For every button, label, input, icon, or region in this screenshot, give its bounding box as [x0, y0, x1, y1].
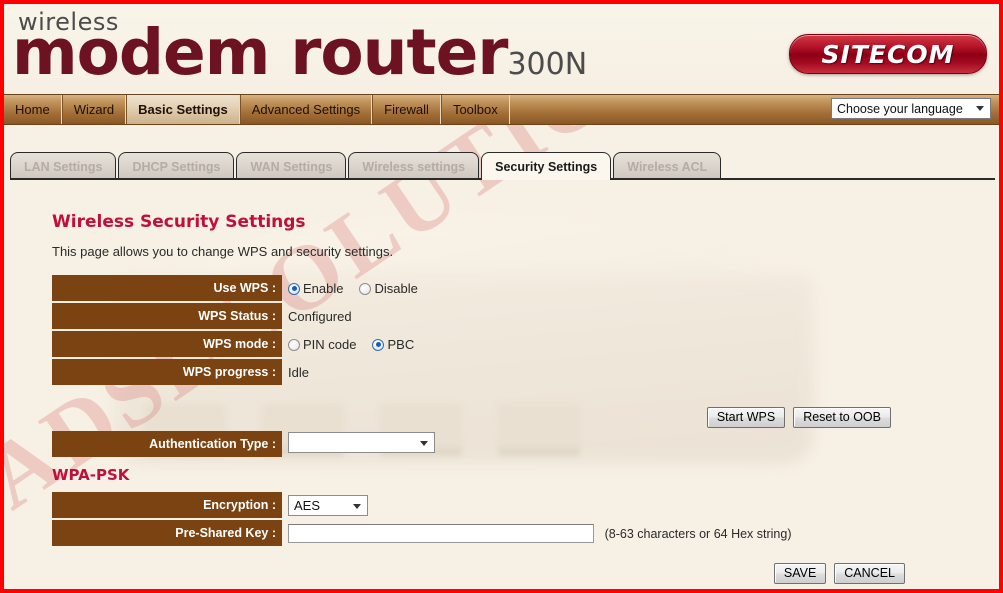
tab-dhcp-settings[interactable]: DHCP Settings: [118, 152, 235, 180]
label-wps-status: WPS Status :: [52, 303, 282, 329]
tab-wan-settings[interactable]: WAN Settings: [236, 152, 347, 180]
section-title-wpa-psk: WPA-PSK: [52, 466, 130, 484]
settings-tabs: LAN Settings DHCP Settings WAN Settings …: [4, 144, 999, 180]
pre-shared-key-hint: (8-63 characters or 64 Hex string): [604, 526, 792, 541]
encryption-select[interactable]: AES: [288, 494, 368, 516]
value-authentication-type: [282, 431, 435, 457]
page-header: wireless modem router300N SITECOM: [4, 4, 999, 94]
page-title: Wireless Security Settings: [52, 212, 306, 232]
radio-label-disable: Disable: [374, 280, 418, 296]
table-row-wps-progress: WPS progress : Idle: [52, 359, 418, 385]
reset-to-oob-button[interactable]: Reset to OOB: [793, 407, 891, 428]
radio-label-enable: Enable: [303, 280, 344, 296]
wps-action-buttons: Start WPS Reset to OOB: [706, 407, 891, 428]
value-wps-mode: PIN code PBC: [282, 331, 418, 357]
table-row-wps-mode: WPS mode : PIN code PBC: [52, 331, 418, 357]
nav-item-firewall[interactable]: Firewall: [372, 95, 441, 124]
security-settings-table: Authentication Type :: [52, 429, 435, 459]
save-button[interactable]: SAVE: [773, 563, 827, 584]
radio-icon-enable[interactable]: [288, 282, 300, 295]
radio-wps-mode-pbc[interactable]: PBC: [372, 337, 414, 352]
nav-item-toolbox[interactable]: Toolbox: [440, 95, 510, 124]
cancel-button[interactable]: CANCEL: [834, 563, 905, 584]
page-content: Wireless Security Settings This page all…: [4, 212, 999, 548]
radio-label-pin-code: PIN code: [303, 336, 357, 352]
label-encryption: Encryption :: [52, 492, 282, 518]
label-pre-shared-key: Pre-Shared Key :: [52, 520, 282, 546]
chevron-down-icon: [353, 503, 361, 509]
sitecom-logo-text: SITECOM: [821, 39, 955, 69]
tab-wireless-acl[interactable]: Wireless ACL: [613, 152, 722, 180]
radio-use-wps-enable[interactable]: Enable: [288, 281, 343, 296]
nav-item-advanced-settings[interactable]: Advanced Settings: [239, 95, 373, 124]
table-row-use-wps: Use WPS : Enable Disable: [52, 275, 418, 301]
table-row-auth-type: Authentication Type :: [52, 431, 435, 457]
radio-wps-mode-pin[interactable]: PIN code: [288, 337, 356, 352]
chevron-down-icon: [976, 106, 984, 111]
pre-shared-key-input[interactable]: [288, 523, 594, 543]
value-use-wps: Enable Disable: [282, 275, 418, 301]
brand-title: modem router300N: [12, 20, 587, 94]
value-encryption: AES: [282, 492, 792, 518]
nav-item-wizard[interactable]: Wizard: [61, 95, 127, 124]
chevron-down-icon: [420, 441, 428, 446]
tab-lan-settings[interactable]: LAN Settings: [10, 152, 117, 180]
brand-product: modem router: [12, 16, 508, 89]
tab-wireless-settings[interactable]: Wireless settings: [348, 152, 480, 180]
label-wps-mode: WPS mode :: [52, 331, 282, 357]
form-action-buttons: SAVE CANCEL: [773, 563, 905, 584]
value-pre-shared-key: (8-63 characters or 64 Hex string): [282, 520, 792, 546]
sitecom-logo: SITECOM: [789, 34, 987, 74]
browser-page: wireless modem router300N SITECOM Home W…: [0, 0, 1003, 593]
authentication-type-select[interactable]: [288, 432, 435, 453]
wpa-psk-table: Encryption : AES Pre-Shared Key : (8-63 …: [52, 490, 792, 548]
radio-icon-pbc[interactable]: [372, 338, 385, 351]
table-row-pre-shared-key: Pre-Shared Key : (8-63 characters or 64 …: [52, 520, 792, 546]
radio-use-wps-disable[interactable]: Disable: [359, 280, 418, 296]
label-use-wps: Use WPS :: [52, 275, 282, 301]
page-description: This page allows you to change WPS and s…: [52, 244, 394, 259]
start-wps-button[interactable]: Start WPS: [706, 407, 786, 428]
main-navigation: Home Wizard Basic Settings Advanced Sett…: [4, 94, 999, 125]
language-select[interactable]: Choose your language: [831, 98, 991, 119]
table-row-encryption: Encryption : AES: [52, 492, 792, 518]
label-wps-progress: WPS progress :: [52, 359, 282, 385]
encryption-value: AES: [294, 497, 321, 513]
tab-security-settings[interactable]: Security Settings: [481, 152, 612, 180]
brand-model: 300N: [507, 47, 588, 82]
nav-item-basic-settings[interactable]: Basic Settings: [126, 95, 240, 124]
value-wps-status: Configured: [288, 308, 352, 324]
label-authentication-type: Authentication Type :: [52, 431, 282, 457]
radio-icon-disable[interactable]: [359, 282, 372, 295]
language-select-label: Choose your language: [837, 101, 963, 116]
table-row-wps-status: WPS Status : Configured: [52, 303, 418, 329]
wps-settings-table: Use WPS : Enable Disable WPS Status : Con…: [52, 273, 418, 387]
radio-icon-pin-code[interactable]: [288, 338, 300, 351]
nav-item-home[interactable]: Home: [4, 95, 62, 124]
value-wps-progress: Idle: [288, 364, 309, 380]
radio-label-pbc: PBC: [387, 336, 415, 352]
